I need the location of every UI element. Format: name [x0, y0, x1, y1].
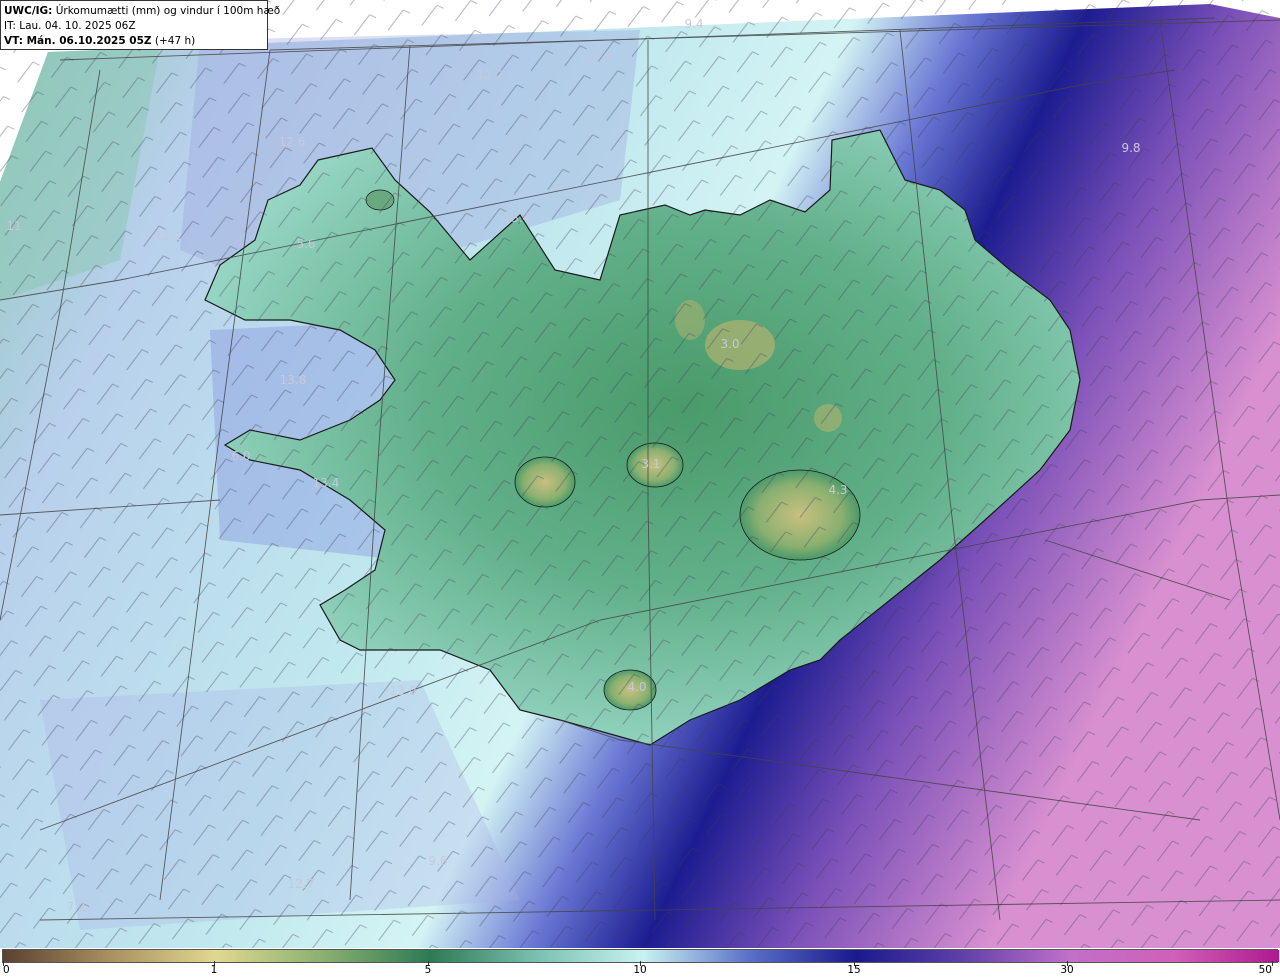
- map-value-label: 13.8: [280, 373, 307, 387]
- colorbar-panel: 0 1 5 10 15 30 50: [0, 948, 1280, 978]
- map-value-label: 4.0: [627, 680, 646, 694]
- map-value-label: 6.0: [231, 449, 250, 463]
- valid-time-line: VT: Mán. 06.10.2025 05Z (+47 h): [4, 34, 264, 49]
- colorbar-segment: [430, 950, 643, 962]
- map-value-label: 3.0: [720, 337, 739, 351]
- colorbar-segment: [216, 950, 430, 962]
- valid-time: VT: Mán. 06.10.2025 05Z: [4, 35, 152, 47]
- map-value-label: 13.0: [390, 684, 417, 698]
- map-value-label: 3.1: [641, 457, 660, 471]
- wind-barbs: [0, 0, 1280, 948]
- map-value-label: 9.8: [1121, 141, 1140, 155]
- title-line: UWC/IG: Úrkomumætti (mm) og vindur í 100…: [4, 4, 280, 19]
- init-time: IT: Lau. 04. 10. 2025 06Z: [4, 20, 136, 32]
- colorbar-tick: [1272, 961, 1273, 966]
- colorbar-tick-label: 50: [1258, 964, 1272, 976]
- colorbar-tick-label: 1: [210, 964, 218, 976]
- map-info-box: UWC/IG: Úrkomumætti (mm) og vindur í 100…: [0, 0, 280, 50]
- colorbar-segment: [3, 950, 216, 962]
- map-value-label: 13.4: [313, 476, 340, 490]
- field-description: Úrkomumætti (mm) og vindur í 100m hæð: [52, 5, 281, 17]
- map-value-label: 5.6: [296, 237, 315, 251]
- map-value-label: 12.1: [155, 229, 182, 243]
- model-name: UWC/IG:: [4, 5, 53, 17]
- lead-time: (+47 h): [151, 35, 196, 47]
- colorbar-segment: [856, 950, 1069, 962]
- colorbar-tick-label: 15: [847, 964, 861, 976]
- precipitation-map: 9.4 12.2 12.0 12.6 9.8 13.4 12.1 5.6 11 3.0 13.8 6.…: [0, 0, 1280, 948]
- map-value-label: 9.6: [428, 854, 447, 868]
- map-panel: 9.4 12.2 12.0 12.6 9.8 13.4 12.1 5.6 11 3.0 13.8 6.…: [0, 0, 1280, 948]
- colorbar-segment: [1069, 950, 1279, 962]
- colorbar-segment: [643, 950, 856, 962]
- map-value-label: 4.3: [828, 483, 847, 497]
- map-value-label: 12.6: [279, 135, 306, 149]
- colorbar-tick-label: 10: [633, 964, 647, 976]
- map-value-label: 12.7: [288, 877, 315, 891]
- map-value-label: 9.4: [684, 17, 703, 31]
- map-value-label: 11: [6, 219, 21, 233]
- colorbar-tick-label: 0: [3, 964, 10, 976]
- map-value-label: 12.2: [477, 68, 504, 82]
- colorbar-tick-label: 5: [424, 964, 432, 976]
- map-value-label: 13.4: [504, 211, 531, 225]
- map-value-label: 12.0: [584, 51, 611, 65]
- map-value-label: 7.2: [66, 900, 85, 914]
- colorbar-tick-label: 30: [1060, 964, 1074, 976]
